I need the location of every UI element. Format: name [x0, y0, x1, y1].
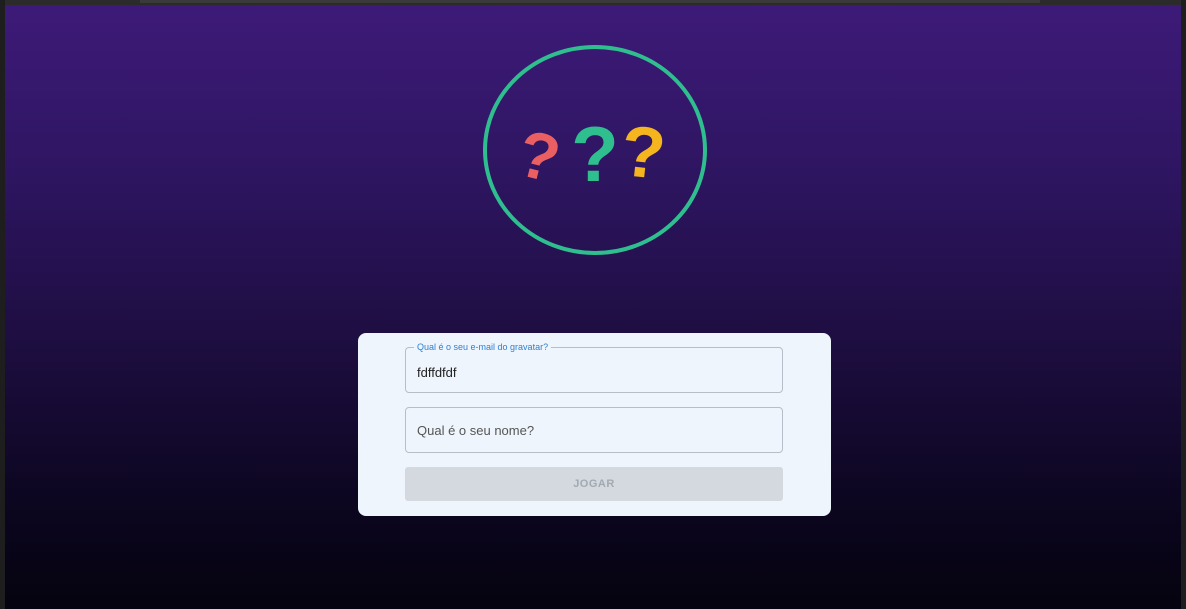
browser-top-bar-inner [140, 0, 1040, 3]
player-name-field-wrapper [405, 407, 783, 453]
window-right-edge [1181, 0, 1186, 609]
play-button[interactable]: JOGAR [405, 467, 783, 501]
question-marks-icon: ? ? ? [483, 45, 707, 255]
gravatar-email-input[interactable] [406, 348, 782, 392]
player-name-input[interactable] [406, 408, 782, 452]
question-mark-right: ? [617, 111, 669, 195]
question-mark-left: ? [510, 115, 567, 197]
login-card: Qual é o seu e-mail do gravatar? JOGAR [358, 333, 831, 516]
question-mark-middle: ? [571, 110, 619, 198]
gravatar-email-field-wrapper: Qual é o seu e-mail do gravatar? [405, 341, 783, 393]
